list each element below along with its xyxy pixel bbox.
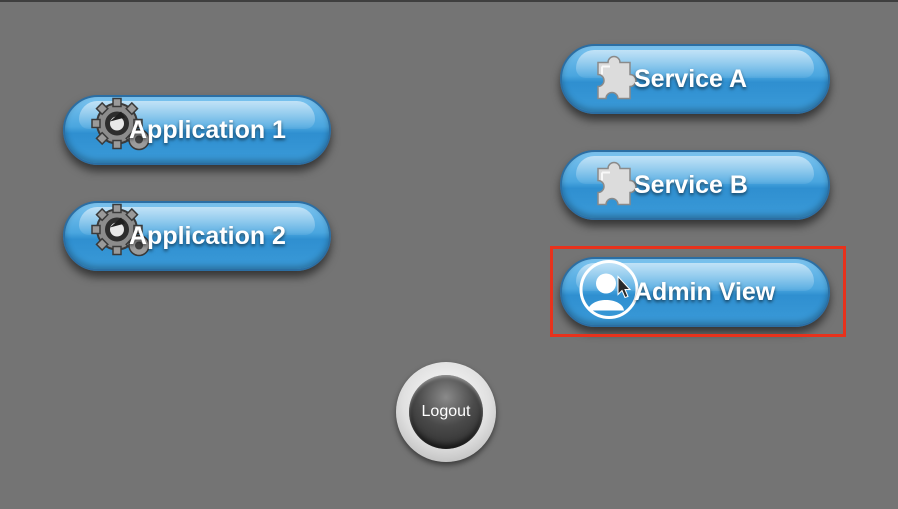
admin-view-button[interactable]: Admin View bbox=[560, 257, 830, 327]
service-b-button[interactable]: Service B bbox=[560, 150, 830, 220]
admin-view-label: Admin View bbox=[634, 277, 776, 306]
application-1-button[interactable]: Application 1 bbox=[63, 95, 331, 165]
application-2-label: Application 2 bbox=[129, 221, 286, 250]
service-b-label: Service B bbox=[634, 170, 748, 199]
application-1-label: Application 1 bbox=[129, 115, 286, 144]
service-a-label: Service A bbox=[634, 64, 748, 93]
admin-user-icon bbox=[578, 259, 640, 326]
service-a-button[interactable]: Service A bbox=[560, 44, 830, 114]
top-border bbox=[0, 0, 898, 2]
application-2-button[interactable]: Application 2 bbox=[63, 201, 331, 271]
logout-label: Logout bbox=[421, 403, 471, 420]
logout-button[interactable]: Logout bbox=[409, 375, 483, 449]
